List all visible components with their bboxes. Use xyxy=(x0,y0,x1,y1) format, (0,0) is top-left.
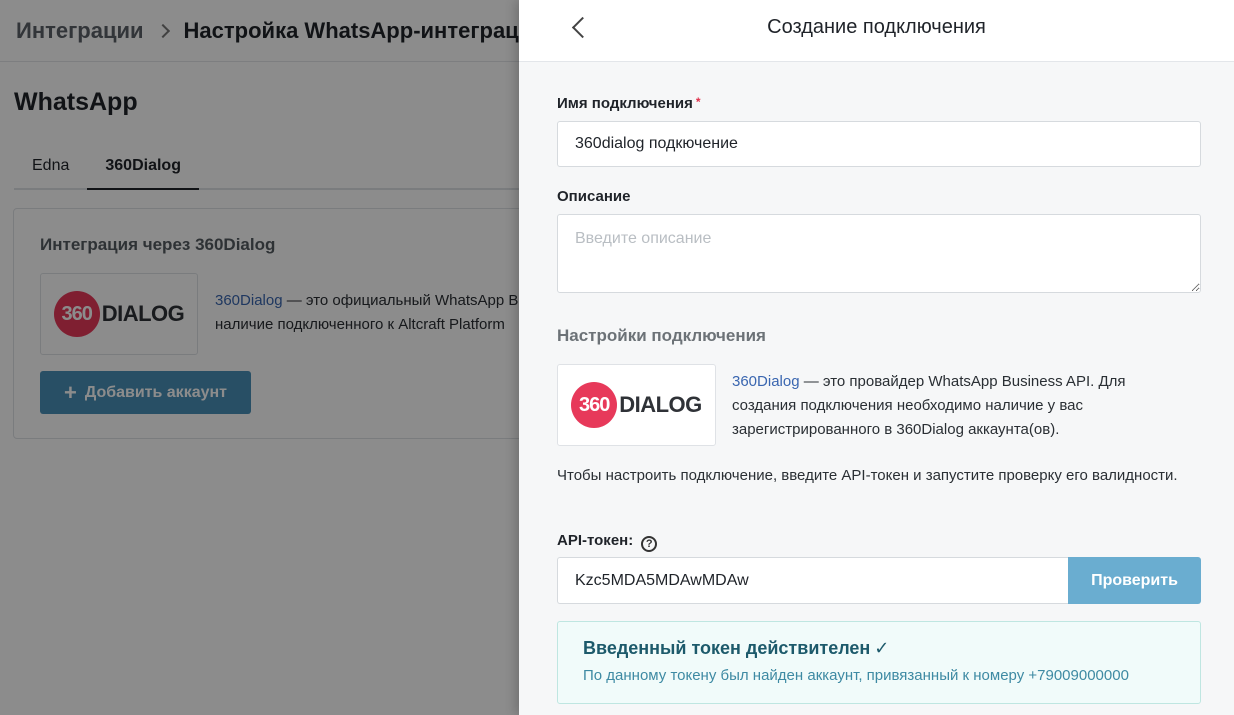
create-connection-drawer: Создание подключения Имя подключения* Оп… xyxy=(519,0,1234,715)
success-title: Введенный токен действителен ✓ xyxy=(583,638,889,659)
logo-circle: 360 xyxy=(571,382,618,428)
token-row: Проверить xyxy=(557,557,1201,604)
success-text: По данному токену был найден аккаунт, пр… xyxy=(583,667,1129,684)
description-label: Описание xyxy=(557,188,631,205)
drawer-title: Создание подключения xyxy=(767,16,986,38)
success-title-text: Введенный токен действителен xyxy=(583,638,871,658)
name-label: Имя подключения * xyxy=(557,95,701,112)
logo-word: DIALOG xyxy=(619,392,702,417)
verify-button[interactable]: Проверить xyxy=(1068,557,1201,604)
name-label-text: Имя подключения xyxy=(557,95,693,112)
required-mark: * xyxy=(695,95,701,109)
provider-link[interactable]: 360Dialog xyxy=(732,373,800,390)
settings-section-title: Настройки подключения xyxy=(557,326,766,345)
token-label-text: API-токен: xyxy=(557,532,634,549)
description-textarea[interactable] xyxy=(557,214,1201,293)
help-icon[interactable]: ? xyxy=(641,536,658,552)
checkmark-icon: ✓ xyxy=(874,638,890,658)
token-hint: Чтобы настроить подключение, введите API… xyxy=(557,467,1178,484)
api-token-input[interactable] xyxy=(557,557,1068,604)
logo-360dialog-drawer: 360 DIALOG xyxy=(557,364,716,446)
provider-info: 360Dialog — это провайдер WhatsApp Busin… xyxy=(732,370,1192,442)
connection-name-input[interactable] xyxy=(557,121,1201,167)
drawer-header: Создание подключения xyxy=(519,0,1234,62)
token-label: API-токен:? xyxy=(557,532,658,552)
token-valid-alert: Введенный токен действителен ✓ По данному… xyxy=(557,621,1201,704)
